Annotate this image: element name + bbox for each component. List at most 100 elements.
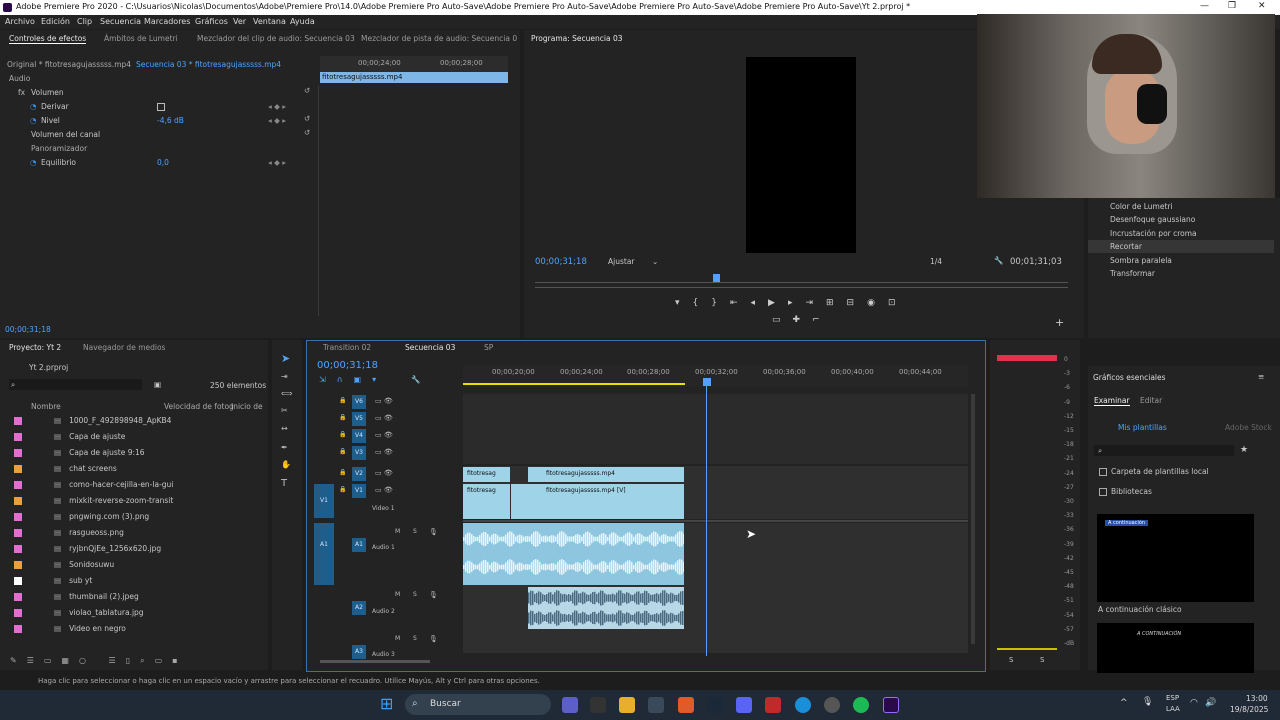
track-target-v2[interactable]: V2 xyxy=(352,467,366,481)
video-clip-v1[interactable]: fitotresagujasssss.mp4 [V] xyxy=(528,484,684,519)
menu-marcadores[interactable]: Marcadores xyxy=(144,17,190,26)
track-target-v5[interactable]: V5 xyxy=(352,412,366,426)
solo-button[interactable]: S xyxy=(413,528,417,535)
lock-icon[interactable]: 🔒 xyxy=(339,397,346,404)
template-thumbnail[interactable]: A CONTINUACIÓN xyxy=(1097,623,1254,673)
local-folder-checkbox[interactable] xyxy=(1099,468,1107,476)
steam-icon[interactable] xyxy=(707,697,723,713)
my-templates-tab[interactable]: Mis plantillas xyxy=(1118,423,1167,432)
effect-item[interactable]: Transformar xyxy=(1110,269,1155,278)
column-name[interactable]: Nombre xyxy=(31,402,61,411)
keyframe-nav-icon[interactable]: ◂ ◆ ▸ xyxy=(268,158,286,167)
project-item[interactable]: ▤ pngwing.com (3).png xyxy=(14,512,149,521)
solo-button[interactable]: S xyxy=(413,635,417,642)
effect-item[interactable]: Sombra paralela xyxy=(1110,256,1172,265)
star-icon[interactable]: ★ xyxy=(1240,445,1248,455)
teams-icon[interactable] xyxy=(562,697,578,713)
reset-icon[interactable]: ↺ xyxy=(304,86,310,95)
level-value[interactable]: -4,6 dB xyxy=(157,116,184,125)
language-label[interactable]: ESP xyxy=(1166,694,1179,702)
menu-ayuda[interactable]: Ayuda xyxy=(290,17,315,26)
spotify-icon[interactable] xyxy=(853,697,869,713)
lock-icon[interactable]: 🔒 xyxy=(339,448,346,455)
wrench-icon[interactable]: 🔧 xyxy=(994,256,1003,265)
pen-tool-icon[interactable]: ✒ xyxy=(281,443,288,452)
taskbar-search-input[interactable] xyxy=(405,694,551,715)
store-icon[interactable] xyxy=(648,697,664,713)
reset-icon[interactable]: ↺ xyxy=(304,114,310,123)
brave-icon[interactable] xyxy=(678,697,694,713)
file-explorer-icon[interactable] xyxy=(619,697,635,713)
panner-label[interactable]: Panoramizador xyxy=(31,144,87,153)
lock-icon[interactable]: 🔒 xyxy=(339,431,346,438)
project-search-input[interactable] xyxy=(9,379,142,390)
tab-transition-02[interactable]: Transition 02 xyxy=(323,343,371,352)
project-item[interactable]: ▤ como-hacer-cejilla-en-la-gui xyxy=(14,480,173,489)
tab-audio-clip-mixer[interactable]: Mezclador del clip de audio: Secuencia 0… xyxy=(197,34,355,43)
audio-clip-a1[interactable] xyxy=(463,523,684,585)
tab-audio-track-mixer[interactable]: Mezclador de pista de audio: Secuencia 0 xyxy=(361,34,517,43)
microphone-icon[interactable]: 🎙 xyxy=(429,635,438,643)
libraries-checkbox[interactable] xyxy=(1099,488,1107,496)
menu-edicion[interactable]: Edición xyxy=(41,17,70,26)
balance-value[interactable]: 0,0 xyxy=(157,158,169,167)
project-item[interactable]: ▤ sub yt xyxy=(14,576,92,585)
timeline-vscroll[interactable] xyxy=(971,394,975,644)
zoom-bar[interactable] xyxy=(535,287,1068,288)
lock-icon[interactable]: 🔒 xyxy=(339,486,346,493)
project-footer-icons[interactable]: ✎☰▭▦○ ☰▯⌕▭▪ xyxy=(10,656,188,666)
project-item[interactable]: ▤ thumbnail (2).jpeg xyxy=(14,592,139,601)
stopwatch-icon[interactable]: ◔ xyxy=(30,116,37,125)
project-item[interactable]: ▤ violao_tablatura.jpg xyxy=(14,608,144,617)
edge-icon[interactable] xyxy=(795,697,811,713)
menu-clip[interactable]: Clip xyxy=(77,17,92,26)
transport-controls[interactable]: ▾{}⇤◂▶▸⇥⊞⊟◉⊡ xyxy=(675,298,908,308)
tab-sp[interactable]: SP xyxy=(484,343,493,352)
track-target-a3[interactable]: A3 xyxy=(352,645,366,659)
reset-icon[interactable]: ↺ xyxy=(304,128,310,137)
track-visibility-icon[interactable]: ▭ 👁 xyxy=(375,448,393,456)
track-target-a1[interactable]: A1 xyxy=(352,538,366,552)
selection-tool-icon[interactable]: ➤ xyxy=(281,352,290,365)
notion-icon[interactable] xyxy=(590,697,606,713)
stopwatch-icon[interactable]: ◔ xyxy=(30,158,37,167)
mute-button[interactable]: M xyxy=(395,591,400,598)
column-start[interactable]: Inicio de xyxy=(231,402,263,411)
solo-left[interactable]: S xyxy=(1009,656,1013,664)
lock-icon[interactable]: 🔒 xyxy=(339,414,346,421)
track-target-v4[interactable]: V4 xyxy=(352,429,366,443)
effects-timecode[interactable]: 00;00;31;18 xyxy=(5,325,51,334)
tab-browse[interactable]: Examinar xyxy=(1094,396,1130,406)
solo-button[interactable]: S xyxy=(413,591,417,598)
mute-button[interactable]: M xyxy=(395,528,400,535)
project-item[interactable]: ▤ Capa de ajuste 9:16 xyxy=(14,448,145,457)
tab-secuencia-03[interactable]: Secuencia 03 xyxy=(405,343,455,352)
voice-app-icon[interactable] xyxy=(765,697,781,713)
slip-tool-icon[interactable]: ↔ xyxy=(281,424,288,433)
track-visibility-icon[interactable]: ▭ 👁 xyxy=(375,397,393,405)
fit-dropdown[interactable]: Ajustar xyxy=(608,257,635,266)
project-item[interactable]: ▤ ryjbnQjEe_1256x620.jpg xyxy=(14,544,161,553)
menu-secuencia[interactable]: Secuencia xyxy=(100,17,141,26)
track-target-v6[interactable]: V6 xyxy=(352,395,366,409)
tab-media-browser[interactable]: Navegador de medios xyxy=(83,343,165,352)
clock-time[interactable]: 13:00 xyxy=(1246,694,1268,703)
project-item[interactable]: ▤ 1000_F_492898948_ApKB4 xyxy=(14,416,171,425)
column-framerate[interactable]: Velocidad de fotog xyxy=(164,402,234,411)
program-monitor-title[interactable]: Programa: Secuencia 03 xyxy=(531,34,623,43)
resolution-dropdown[interactable]: 1/4 xyxy=(930,257,942,266)
program-video-frame[interactable] xyxy=(746,57,856,253)
track-target-v3[interactable]: V3 xyxy=(352,446,366,460)
track-select-icon[interactable]: ⇥ xyxy=(281,372,288,381)
menu-ventana[interactable]: Ventana xyxy=(253,17,286,26)
timeline-tools-icons[interactable]: ⇲∩▣▾ xyxy=(319,375,387,384)
microphone-icon[interactable]: 🎙 xyxy=(429,591,438,599)
audio-clip-a2[interactable] xyxy=(528,587,684,629)
tab-project[interactable]: Proyecto: Yt 2 xyxy=(9,343,61,352)
menu-archivo[interactable]: Archivo xyxy=(5,17,35,26)
volume-icon[interactable]: 🔊 xyxy=(1205,698,1216,708)
chevron-down-icon[interactable]: ⌄ xyxy=(652,257,658,266)
safe-margins-icon[interactable]: ▭✚⌐ xyxy=(772,315,832,325)
mute-button[interactable]: M xyxy=(395,635,400,642)
stopwatch-icon[interactable]: ◔ xyxy=(30,102,37,111)
